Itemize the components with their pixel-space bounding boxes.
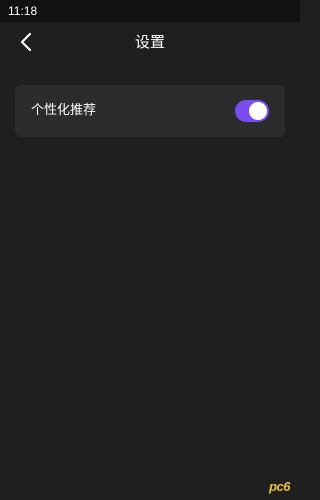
personalized-recommendation-toggle[interactable] (235, 100, 269, 122)
setting-label-personalized-recommendation: 个性化推荐 (31, 103, 97, 118)
page-title: 设置 (134, 33, 165, 51)
watermark-logo: pc6 (269, 479, 290, 494)
status-bar: 11:18 (0, 0, 300, 22)
top-bar: 设置 (0, 22, 300, 64)
status-time: 11:18 (8, 4, 38, 18)
toggle-knob (249, 102, 267, 120)
settings-card: 个性化推荐 (15, 85, 285, 137)
